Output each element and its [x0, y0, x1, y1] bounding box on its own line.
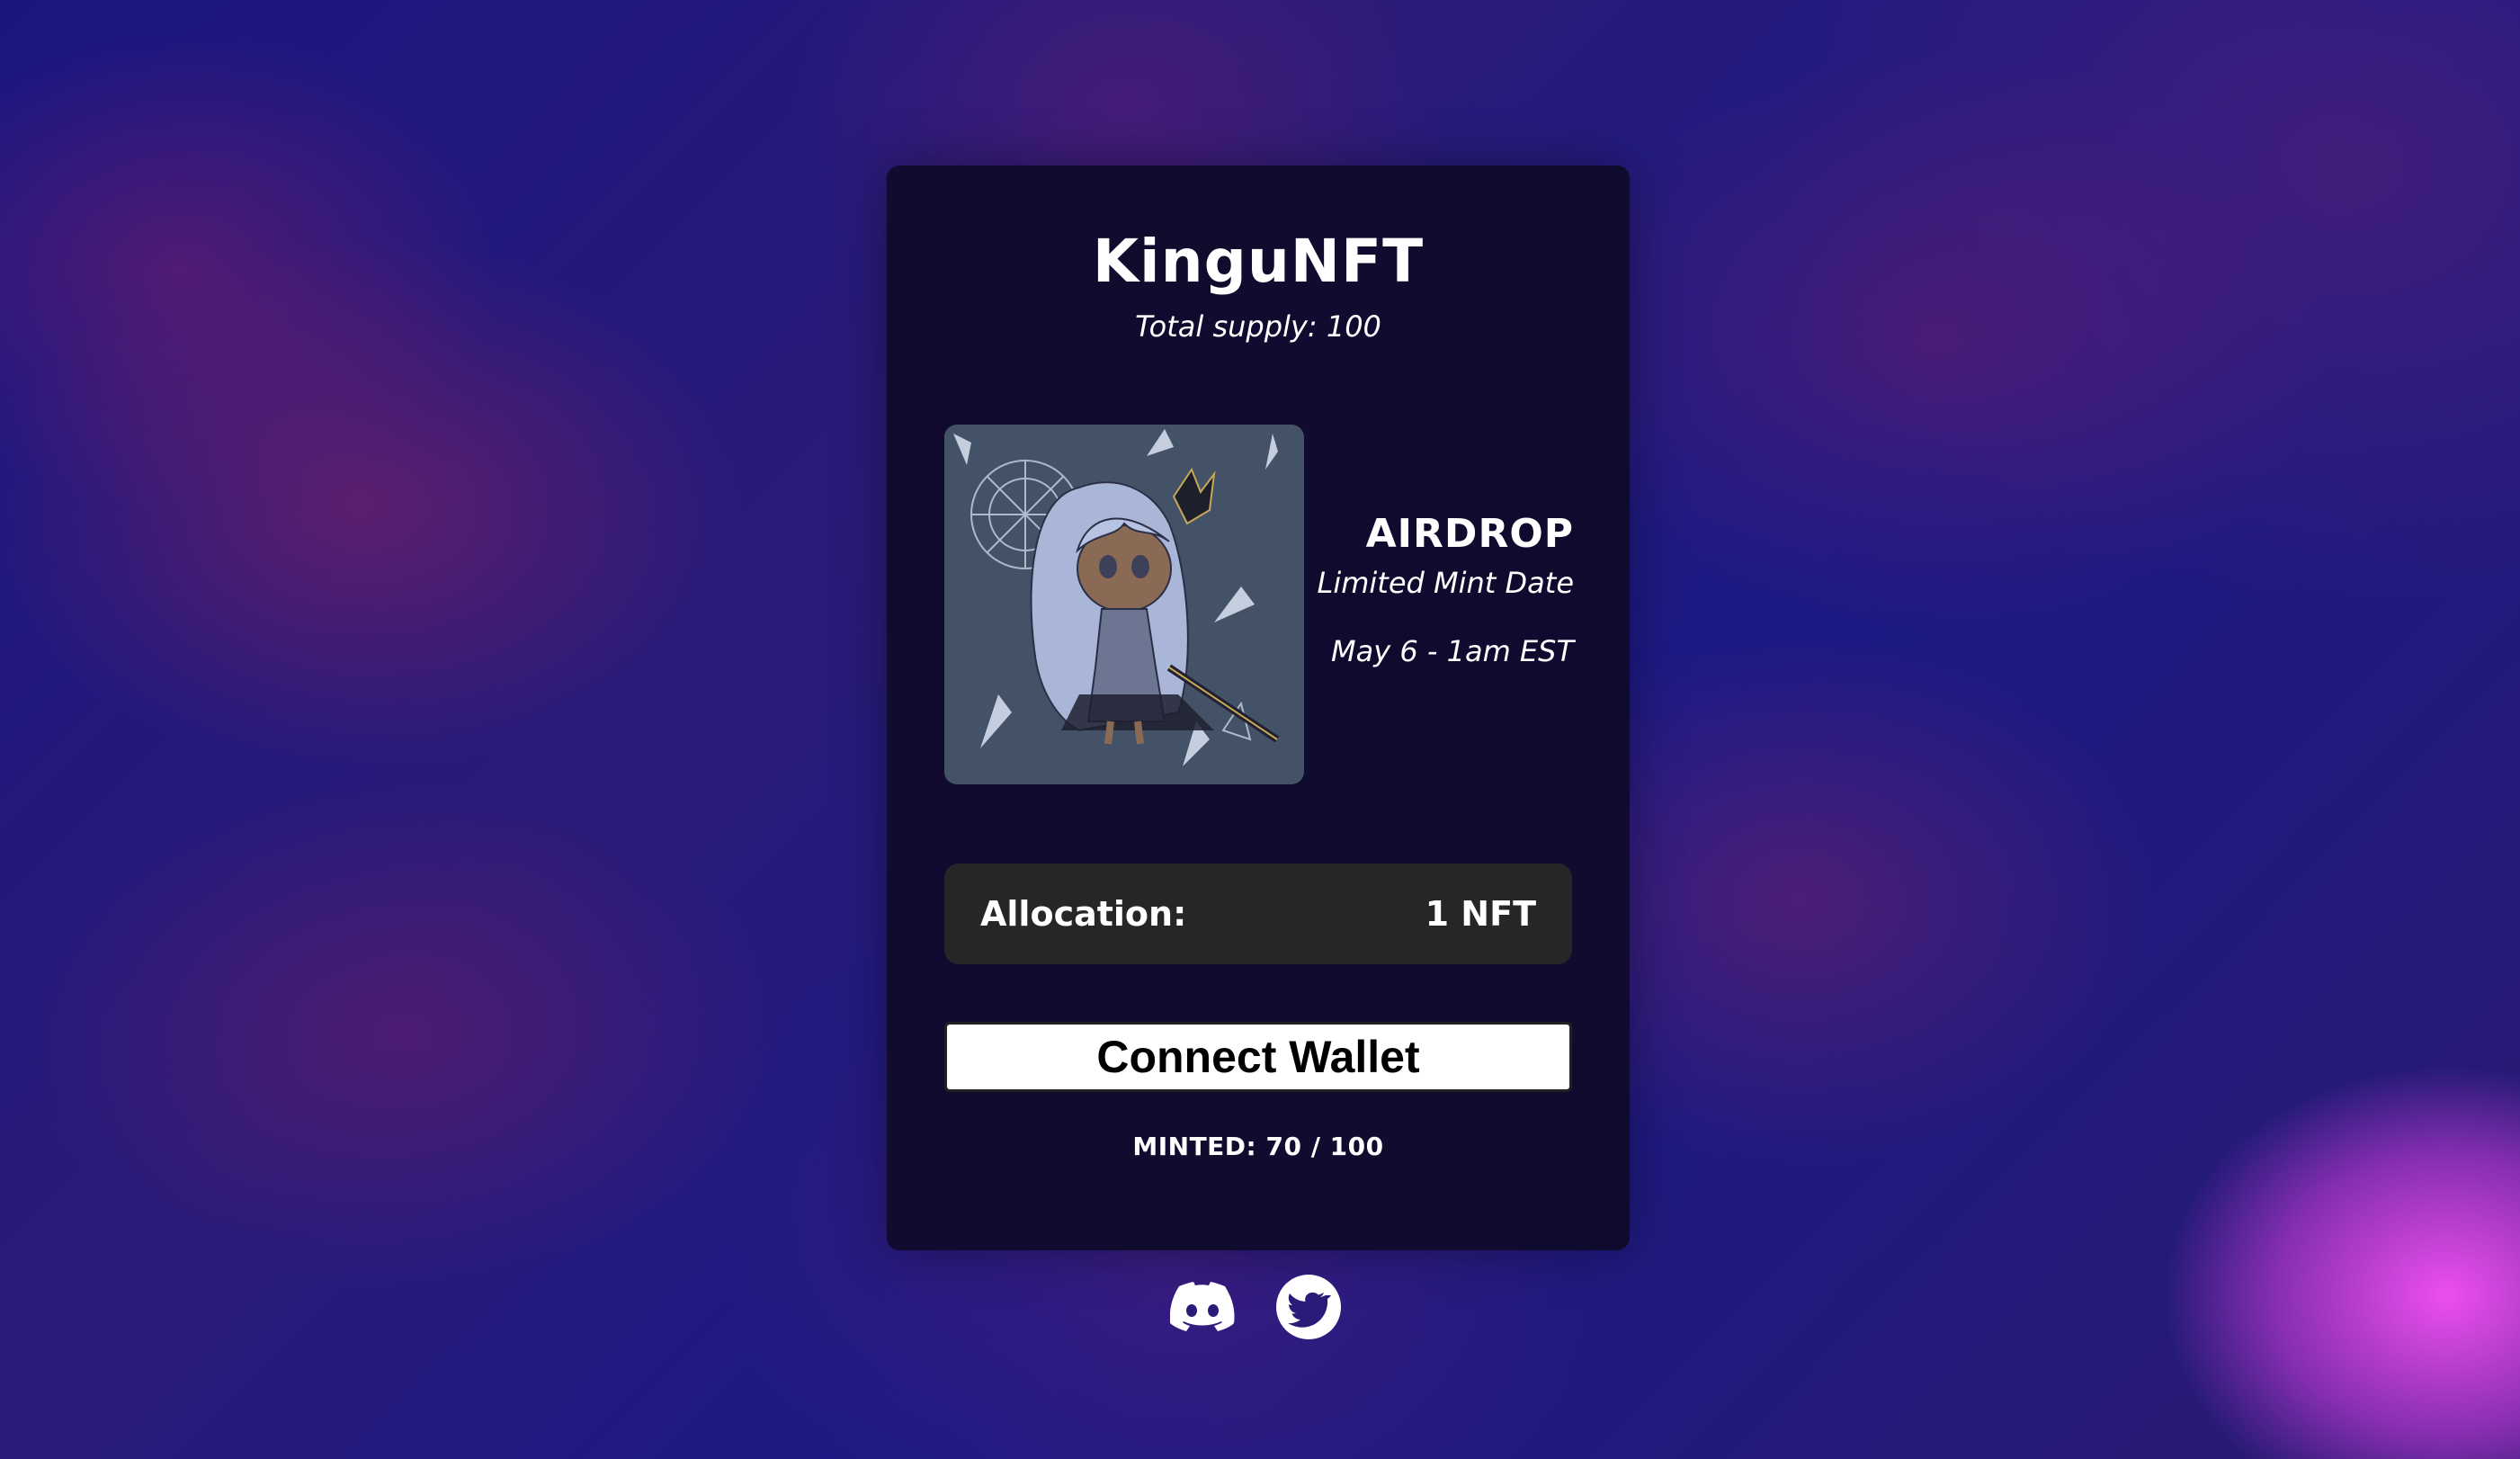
mint-date: May 6 - 1am EST [1331, 634, 1574, 668]
airdrop-info: AIRDROP Limited Mint Date May 6 - 1am ES… [1286, 511, 1574, 668]
connect-wallet-button[interactable]: Connect Wallet [944, 1022, 1572, 1092]
allocation-value: 1 NFT [1425, 894, 1536, 934]
airdrop-heading: AIRDROP [1365, 511, 1574, 557]
mint-date-label: Limited Mint Date [1317, 566, 1574, 600]
twitter-icon[interactable] [1275, 1274, 1342, 1340]
nft-preview-image [944, 425, 1304, 784]
minted-counter: MINTED: 70 / 100 [1132, 1132, 1384, 1161]
project-title: KinguNFT [1092, 227, 1425, 296]
total-supply-text: Total supply: 100 [1135, 309, 1381, 344]
allocation-label: Allocation: [980, 894, 1187, 934]
discord-icon[interactable] [1169, 1274, 1236, 1340]
mint-card: KinguNFT Total supply: 100 AIRDROP Limit… [887, 166, 1630, 1250]
allocation-panel: Allocation: 1 NFT [944, 864, 1572, 964]
social-links [1169, 1274, 1342, 1340]
